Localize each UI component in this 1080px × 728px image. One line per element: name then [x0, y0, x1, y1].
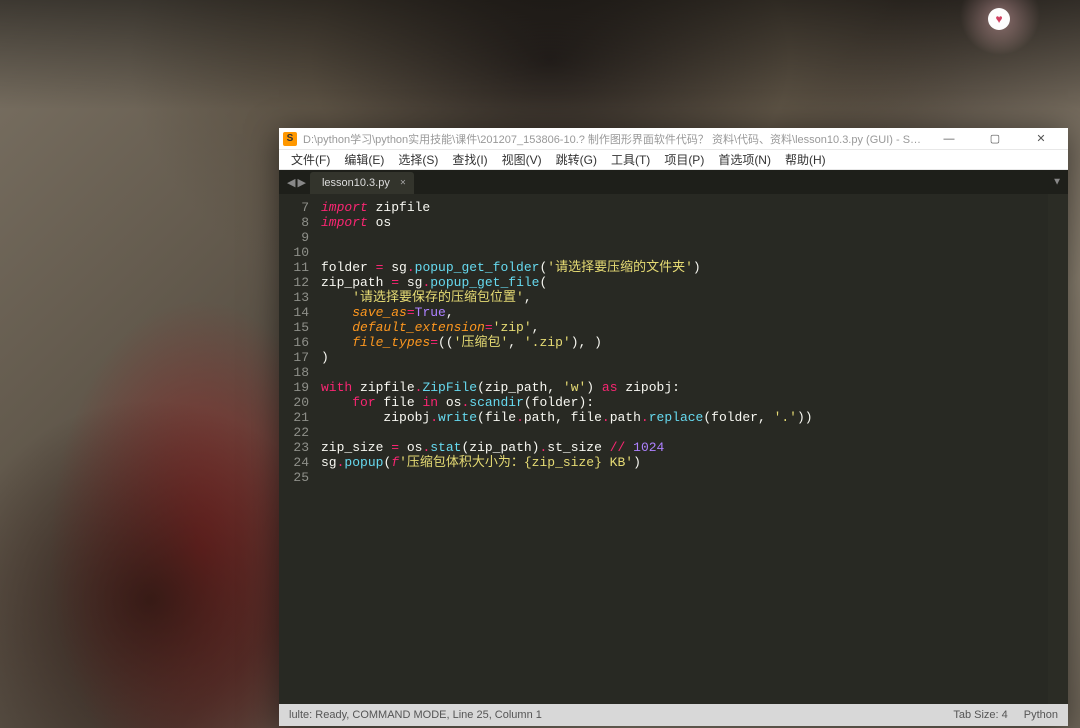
- status-tab-size[interactable]: Tab Size: 4: [953, 709, 1007, 721]
- line-number: 17: [279, 350, 309, 365]
- line-number: 8: [279, 215, 309, 230]
- code-line[interactable]: [321, 230, 1048, 245]
- line-number: 14: [279, 305, 309, 320]
- menu-tools[interactable]: 工具(T): [605, 150, 656, 169]
- code-line[interactable]: '请选择要保存的压缩包位置',: [321, 290, 1048, 305]
- tab-dropdown-icon[interactable]: ▼: [1052, 177, 1062, 188]
- menu-edit[interactable]: 编辑(E): [338, 150, 390, 169]
- menu-view[interactable]: 视图(V): [496, 150, 548, 169]
- editor[interactable]: 78910111213141516171819202122232425 impo…: [279, 194, 1068, 704]
- line-number: 16: [279, 335, 309, 350]
- close-button[interactable]: ✕: [1018, 128, 1064, 150]
- tab-nav-prev-icon[interactable]: ◀: [287, 176, 295, 189]
- code-area[interactable]: import zipfileimport os folder = sg.popup…: [315, 194, 1048, 704]
- code-line[interactable]: zip_path = sg.popup_get_file(: [321, 275, 1048, 290]
- menu-project[interactable]: 项目(P): [658, 150, 710, 169]
- menubar: 文件(F) 编辑(E) 选择(S) 查找(I) 视图(V) 跳转(G) 工具(T…: [279, 150, 1068, 170]
- app-icon: S: [283, 132, 297, 146]
- line-number: 23: [279, 440, 309, 455]
- code-line[interactable]: [321, 425, 1048, 440]
- menu-goto[interactable]: 跳转(G): [550, 150, 603, 169]
- menu-find[interactable]: 查找(I): [446, 150, 493, 169]
- minimap[interactable]: [1048, 194, 1068, 704]
- code-line[interactable]: folder = sg.popup_get_folder('请选择要压缩的文件夹…: [321, 260, 1048, 275]
- line-number: 7: [279, 200, 309, 215]
- minimize-button[interactable]: —: [926, 128, 972, 150]
- code-line[interactable]: [321, 470, 1048, 485]
- line-number: 12: [279, 275, 309, 290]
- line-number: 22: [279, 425, 309, 440]
- line-number-gutter: 78910111213141516171819202122232425: [279, 194, 315, 704]
- line-number: 20: [279, 395, 309, 410]
- code-line[interactable]: [321, 365, 1048, 380]
- maximize-button[interactable]: ▢: [972, 128, 1018, 150]
- line-number: 24: [279, 455, 309, 470]
- line-number: 9: [279, 230, 309, 245]
- code-line[interactable]: save_as=True,: [321, 305, 1048, 320]
- line-number: 18: [279, 365, 309, 380]
- sublime-window: S D:\python学习\python实用技能\课件\201207_15380…: [279, 128, 1068, 726]
- window-title: D:\python学习\python实用技能\课件\201207_153806-…: [303, 131, 926, 147]
- tab-label: lesson10.3.py: [322, 177, 390, 189]
- code-line[interactable]: [321, 245, 1048, 260]
- menu-file[interactable]: 文件(F): [285, 150, 336, 169]
- code-line[interactable]: file_types=(('压缩包', '.zip'), ): [321, 335, 1048, 350]
- line-number: 15: [279, 320, 309, 335]
- line-number: 25: [279, 470, 309, 485]
- tabbar: ◀ ▶ lesson10.3.py × ▼: [279, 170, 1068, 194]
- code-line[interactable]: for file in os.scandir(folder):: [321, 395, 1048, 410]
- code-line[interactable]: default_extension='zip',: [321, 320, 1048, 335]
- titlebar[interactable]: S D:\python学习\python实用技能\课件\201207_15380…: [279, 128, 1068, 150]
- window-controls: — ▢ ✕: [926, 128, 1064, 150]
- menu-preferences[interactable]: 首选项(N): [712, 150, 777, 169]
- menu-help[interactable]: 帮助(H): [779, 150, 832, 169]
- code-line[interactable]: zip_size = os.stat(zip_path).st_size // …: [321, 440, 1048, 455]
- line-number: 10: [279, 245, 309, 260]
- line-number: 21: [279, 410, 309, 425]
- menu-selection[interactable]: 选择(S): [392, 150, 444, 169]
- code-line[interactable]: import zipfile: [321, 200, 1048, 215]
- status-left: lulte: Ready, COMMAND MODE, Line 25, Col…: [289, 709, 937, 721]
- code-line[interactable]: ): [321, 350, 1048, 365]
- status-syntax[interactable]: Python: [1024, 709, 1058, 721]
- line-number: 19: [279, 380, 309, 395]
- tab-lesson10-3[interactable]: lesson10.3.py ×: [310, 172, 414, 194]
- code-line[interactable]: import os: [321, 215, 1048, 230]
- code-line[interactable]: zipobj.write(file.path, file.path.replac…: [321, 410, 1048, 425]
- line-number: 13: [279, 290, 309, 305]
- code-line[interactable]: sg.popup(f'压缩包体积大小为：{zip_size} KB'): [321, 455, 1048, 470]
- tab-nav-next-icon[interactable]: ▶: [297, 176, 305, 189]
- desktop-heart-icon: ♥: [988, 8, 1010, 30]
- line-number: 11: [279, 260, 309, 275]
- code-line[interactable]: with zipfile.ZipFile(zip_path, 'w') as z…: [321, 380, 1048, 395]
- tab-nav: ◀ ▶: [283, 170, 310, 194]
- statusbar: lulte: Ready, COMMAND MODE, Line 25, Col…: [279, 704, 1068, 726]
- tab-close-icon[interactable]: ×: [400, 178, 406, 189]
